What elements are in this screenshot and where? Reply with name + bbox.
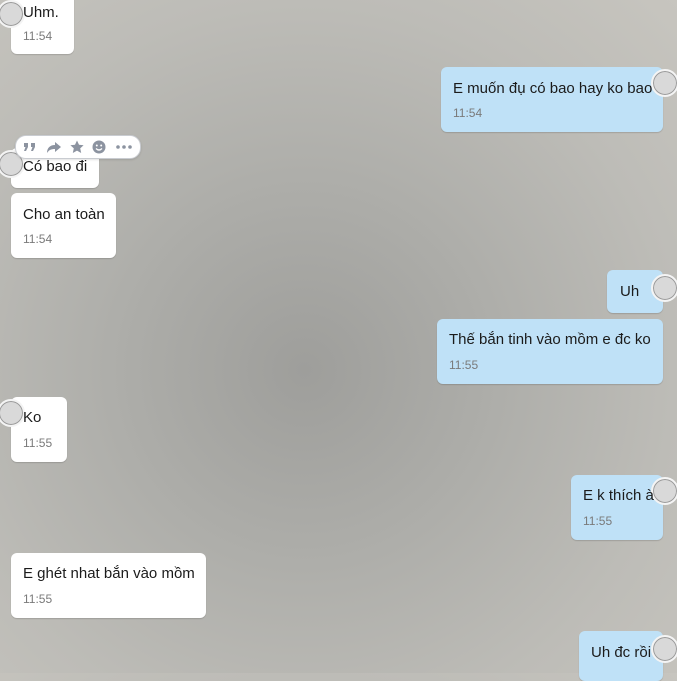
message-text: Uh (620, 283, 640, 300)
message-action-toolbar (15, 135, 141, 159)
message-text: E ghét nhat bắn vào mồm (23, 565, 195, 582)
message-time: 11:55 (23, 436, 53, 450)
message-text: Uhm. (23, 4, 59, 21)
star-icon[interactable] (69, 139, 85, 155)
message-bubble-outgoing[interactable]: Uh (607, 270, 677, 313)
message-text: Có bao đi (23, 158, 88, 175)
more-icon[interactable] (114, 139, 134, 155)
avatar[interactable] (651, 477, 677, 505)
message-bubble-incoming[interactable]: E ghét nhat bắn vào mồm 11:55 (11, 553, 206, 618)
message-text: E muốn đụ có bao hay ko bao (453, 80, 653, 97)
message-bubble-outgoing[interactable]: Thế bắn tinh vào mồm e đc ko 11:55 (437, 319, 663, 384)
message-time: 11:55 (583, 514, 613, 528)
emoji-icon[interactable] (91, 139, 107, 155)
message-bubble-outgoing[interactable]: Uh đc rồi (579, 631, 677, 681)
forward-icon[interactable] (46, 139, 62, 155)
avatar[interactable] (0, 399, 25, 427)
quote-icon[interactable] (22, 139, 38, 155)
avatar[interactable] (651, 635, 677, 663)
message-text: Thế bắn tinh vào mồm e đc ko (449, 331, 651, 348)
message-bubble-outgoing[interactable]: E muốn đụ có bao hay ko bao 11:54 (441, 67, 677, 132)
message-text: Ko (23, 409, 42, 426)
message-time: 11:54 (23, 29, 53, 43)
message-bubble-incoming[interactable]: Ko 11:55 (0, 397, 67, 462)
avatar[interactable] (651, 69, 677, 97)
avatar[interactable] (0, 0, 25, 28)
message-time: 11:54 (453, 106, 483, 120)
message-text: E k thích à (583, 487, 654, 504)
message-time: 11:54 (23, 232, 53, 246)
avatar[interactable] (651, 274, 677, 302)
message-text: Cho an toàn (23, 206, 105, 223)
message-bubble-incoming[interactable]: Cho an toàn 11:54 (11, 193, 116, 258)
message-time: 11:55 (23, 592, 53, 606)
message-bubble-outgoing[interactable]: E k thích à 11:55 (571, 475, 677, 540)
message-bubble-incoming[interactable]: Uhm. 11:54 (0, 0, 74, 54)
message-time: 11:55 (449, 358, 479, 372)
message-text: Uh đc rồi (591, 644, 652, 661)
